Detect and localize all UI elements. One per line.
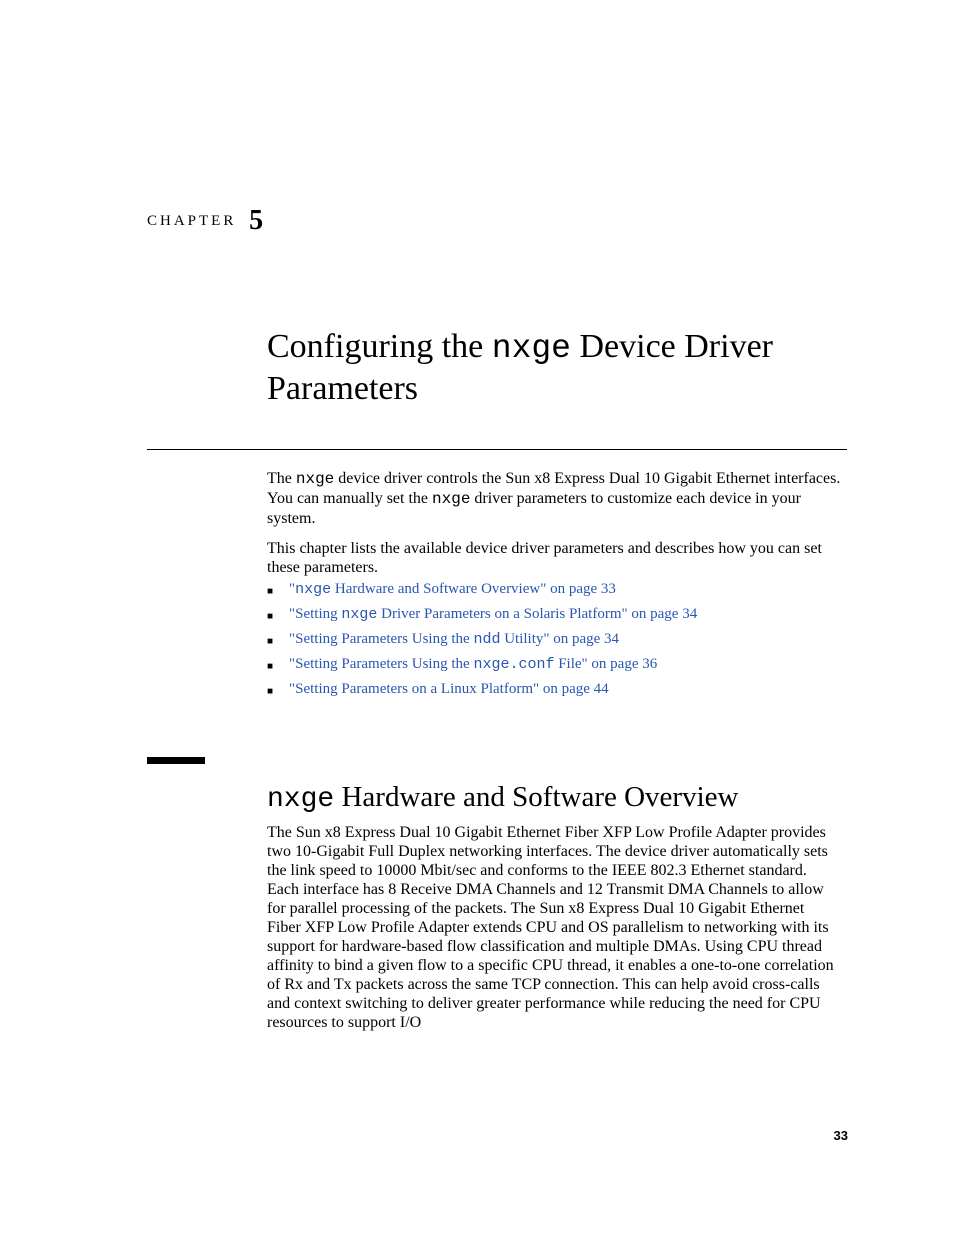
toc-item: "Setting nxge Driver Parameters on a Sol… (267, 605, 842, 624)
text: "Setting Parameters Using the (289, 656, 473, 672)
toc-item: "Setting Parameters Using the ndd Utilit… (267, 630, 842, 649)
code-text: nxge (296, 470, 334, 488)
section-body-paragraph: The Sun x8 Express Dual 10 Gigabit Ether… (267, 823, 842, 1032)
text: File" on page 36 (554, 656, 657, 672)
text: Driver Parameters on a Solaris Platform"… (377, 606, 697, 622)
toc-link[interactable]: "Setting Parameters on a Linux Platform"… (289, 681, 609, 697)
toc-link[interactable]: "Setting nxge Driver Parameters on a Sol… (289, 606, 697, 622)
title-mono: nxge (492, 330, 571, 367)
document-page: CHAPTER 5 Configuring the nxge Device Dr… (0, 0, 954, 1235)
heading-rest: Hardware and Software Overview (334, 781, 738, 813)
code-text: nxge.conf (473, 656, 554, 673)
chapter-number: 5 (249, 205, 263, 236)
section-marker-bar (147, 757, 205, 764)
text: "Setting (289, 606, 341, 622)
text: Hardware and Software Overview" on page … (331, 581, 616, 597)
toc-item: "Setting Parameters on a Linux Platform"… (267, 680, 842, 699)
text: "Setting Parameters on a Linux Platform"… (289, 681, 609, 697)
code-text: ndd (473, 631, 500, 648)
text: "Setting Parameters Using the (289, 631, 473, 647)
chapter-word: CHAPTER (147, 213, 236, 229)
text: The (267, 470, 296, 487)
horizontal-rule (147, 449, 847, 450)
chapter-label-line: CHAPTER 5 (147, 205, 263, 237)
title-pre: Configuring the (267, 328, 492, 365)
code-text: nxge (432, 490, 470, 508)
toc-link[interactable]: "Setting Parameters Using the nxge.conf … (289, 656, 657, 672)
intro-paragraph-2: This chapter lists the available device … (267, 539, 842, 577)
toc-item: "Setting Parameters Using the nxge.conf … (267, 655, 842, 674)
heading-mono: nxge (267, 784, 334, 815)
intro-paragraph-1: The nxge device driver controls the Sun … (267, 469, 842, 528)
page-title: Configuring the nxge Device Driver Param… (267, 327, 842, 409)
toc-list: "nxge Hardware and Software Overview" on… (267, 580, 842, 705)
code-text: nxge (295, 581, 331, 598)
section-heading: nxge Hardware and Software Overview (267, 780, 867, 817)
toc-link[interactable]: "Setting Parameters Using the ndd Utilit… (289, 631, 619, 647)
toc-item: "nxge Hardware and Software Overview" on… (267, 580, 842, 599)
toc-link[interactable]: "nxge Hardware and Software Overview" on… (289, 581, 616, 597)
text: Utility" on page 34 (500, 631, 619, 647)
code-text: nxge (341, 606, 377, 623)
page-number: 33 (834, 1128, 848, 1143)
